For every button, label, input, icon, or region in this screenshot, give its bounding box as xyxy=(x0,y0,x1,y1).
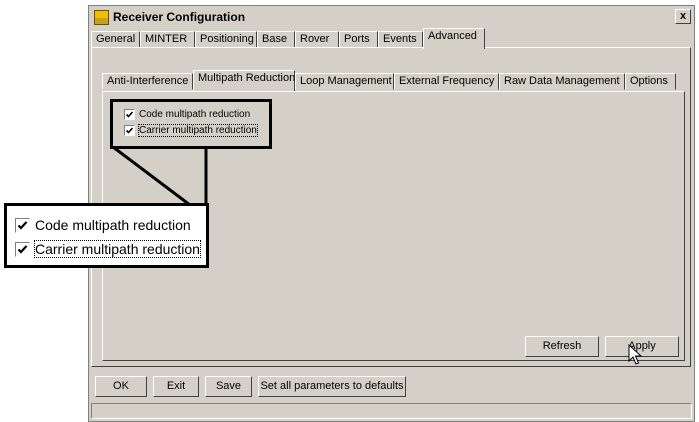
checkmark-icon xyxy=(17,220,28,230)
callout-zoom-box: Code multipath reduction Carrier multipa… xyxy=(4,203,209,268)
zoom-carrier-label: Carrier multipath reduction xyxy=(34,240,201,258)
zoom-code-label: Code multipath reduction xyxy=(35,217,191,233)
mouse-pointer-icon xyxy=(628,344,642,365)
zoom-code-multipath-option: Code multipath reduction xyxy=(15,217,191,233)
zoom-carrier-checkbox xyxy=(15,241,30,257)
checkmark-icon xyxy=(17,244,28,254)
zoom-code-checkbox xyxy=(15,217,30,233)
zoom-carrier-multipath-option: Carrier multipath reduction xyxy=(15,240,201,258)
